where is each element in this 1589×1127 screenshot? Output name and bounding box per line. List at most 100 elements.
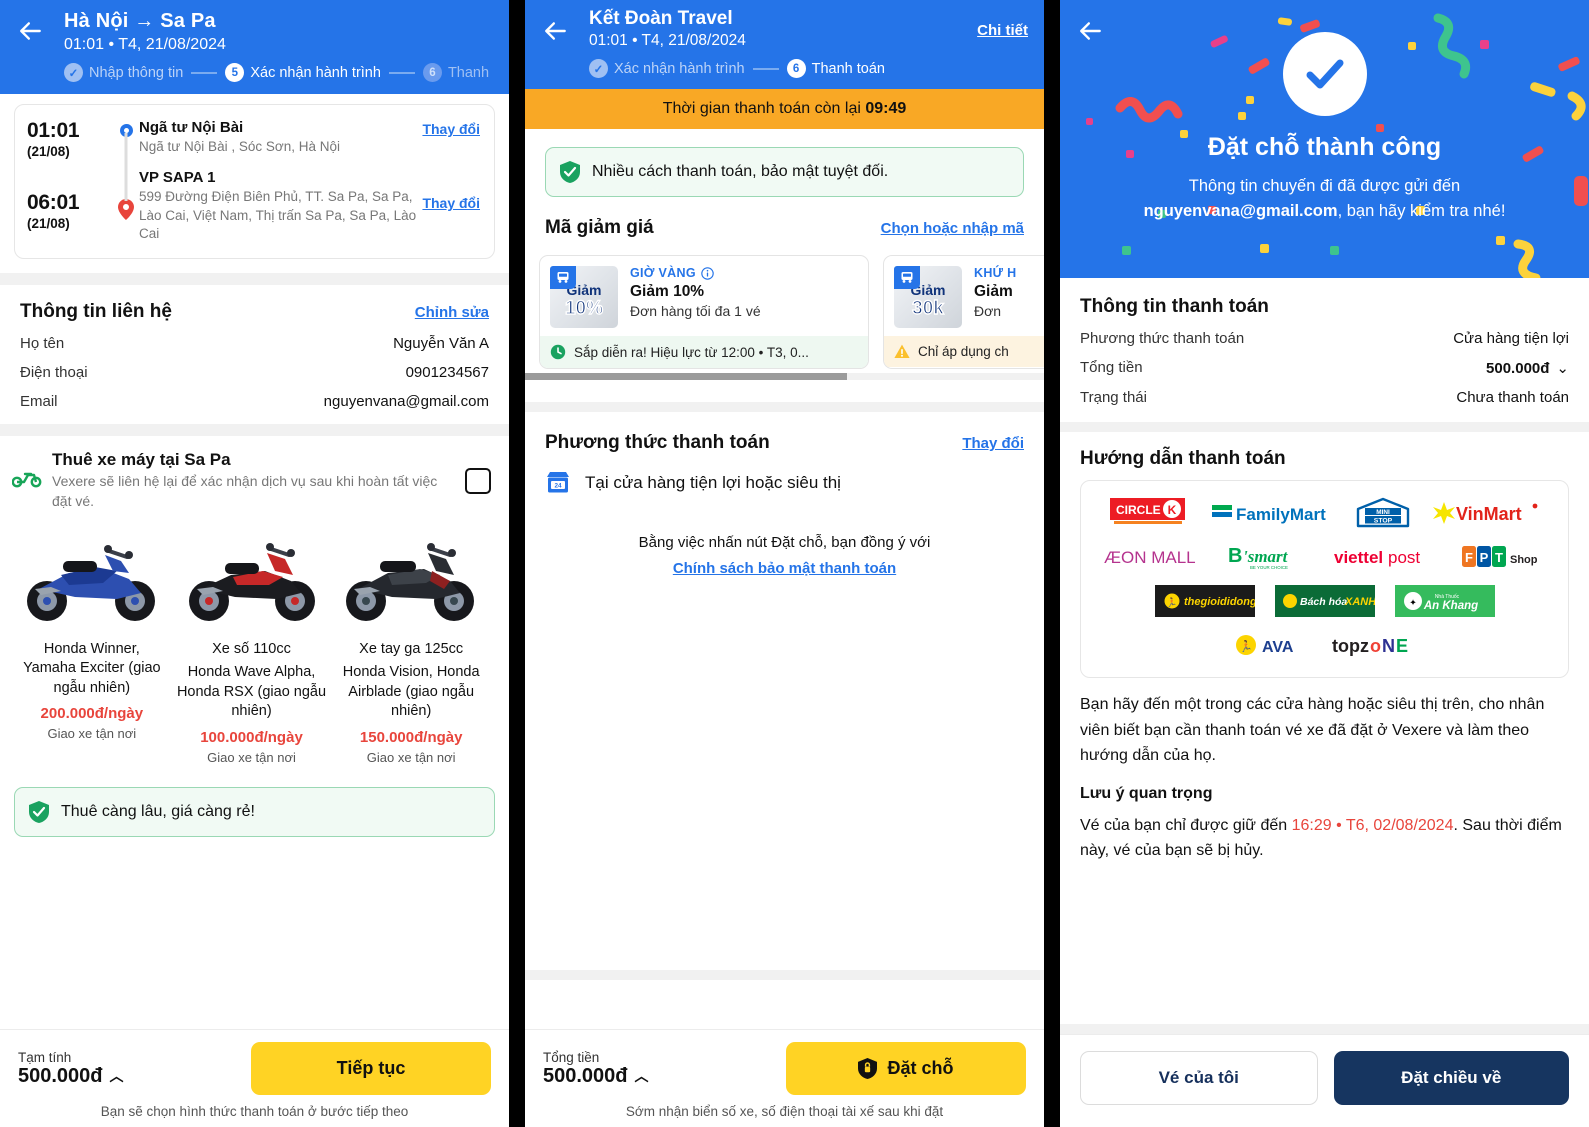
- convenience-store-icon: 24: [547, 472, 569, 493]
- an-khang-logo: ✦ Nhà Thuốc An Khang: [1394, 585, 1495, 617]
- continue-button[interactable]: Tiếp tục: [251, 1042, 491, 1095]
- shield-check-icon: [29, 800, 49, 823]
- rental-checkbox[interactable]: [465, 467, 491, 494]
- panel3-bottom-bar: Vé của tôi Đặt chiều về: [1060, 1034, 1589, 1127]
- payment-method-label: Tại cửa hàng tiện lợi hoặc siêu thị: [585, 473, 841, 492]
- bike-delivery: Giao xe tận nơi: [47, 726, 137, 742]
- countdown-value: 09:49: [865, 100, 907, 117]
- info-icon[interactable]: [701, 266, 714, 280]
- svg-text:K: K: [1167, 503, 1176, 517]
- circle-k-logo: CIRCLE K: [1109, 498, 1192, 528]
- voucher-carousel[interactable]: Giảm 10% GIỜ VÀNG Giảm 10% Đơn hàng tối …: [525, 239, 1044, 380]
- route-line: [124, 153, 128, 201]
- svg-text:E: E: [1396, 636, 1408, 656]
- step-item-2[interactable]: 6 Thanh toán: [786, 59, 885, 78]
- motorbike-rental-section: Thuê xe máy tại Sa Pa Vexere sẽ liên hệ …: [0, 436, 509, 773]
- voucher-scrollbar[interactable]: [525, 373, 1044, 380]
- payment-info-label: Phương thức thanh toán: [1080, 330, 1245, 347]
- change-payment-link[interactable]: Thay đổi: [962, 435, 1024, 452]
- shield-lock-icon: [858, 1058, 878, 1079]
- my-tickets-button[interactable]: Vé của tôi: [1080, 1051, 1318, 1105]
- bike-options-list: Honda Winner, Yamaha Exciter (giao ngẫu …: [12, 518, 491, 765]
- note-deadline: 16:29 • T6, 02/08/2024: [1291, 816, 1454, 834]
- payment-info-section: Thông tin thanh toán Phương thức thanh t…: [1060, 278, 1589, 422]
- subtotal-amount: 500.000đ: [18, 1064, 103, 1087]
- dropoff-time-block: 06:01 (21/08): [27, 169, 113, 231]
- bike-option[interactable]: Xe số 110cc Honda Wave Alpha, Honda RSX …: [172, 518, 332, 765]
- bottom-divider: [525, 970, 1044, 980]
- bike-option[interactable]: Xe tay ga 125cc Honda Vision, Honda Airb…: [331, 518, 491, 765]
- step-label: Nhập thông tin: [89, 64, 184, 81]
- contact-title: Thông tin liên hệ: [20, 300, 172, 322]
- shield-check-icon: [560, 161, 580, 183]
- important-note-body: Vé của bạn chỉ được giữ đến 16:29 • T6, …: [1060, 803, 1589, 864]
- success-title: Đặt chỗ thành công: [1207, 133, 1442, 161]
- change-dropoff-link[interactable]: Thay đổi: [422, 169, 480, 211]
- book-return-button[interactable]: Đặt chiều về: [1333, 1051, 1569, 1105]
- rental-description: Vexere sẽ liên hệ lại để xác nhận dịch v…: [52, 472, 438, 509]
- step-indicator: ✓ Nhập thông tin 5 Xác nhận hành trình 6…: [64, 63, 509, 82]
- bach-hoa-xanh-logo: Bách hóa XANH: [1274, 585, 1375, 617]
- contact-row: Email nguyenvana@gmail.com: [20, 393, 489, 410]
- bike-delivery: Giao xe tận nơi: [366, 749, 456, 765]
- payment-policy-link[interactable]: Chính sách bảo mật thanh toán: [545, 556, 1024, 582]
- route-rail: [113, 119, 139, 191]
- arrow-left-icon: [20, 22, 41, 40]
- dropoff-info: VP SAPA 1 599 Đường Điện Biên Phủ, TT. S…: [139, 169, 422, 244]
- book-seat-button[interactable]: Đặt chỗ: [786, 1042, 1026, 1095]
- motorbike-dark-image: [335, 518, 487, 636]
- contact-section: Thông tin liên hệ Chỉnh sửa Họ tên Nguyễ…: [0, 285, 509, 424]
- rental-promo-text: Thuê càng lâu, giá càng rẻ!: [61, 802, 255, 820]
- back-button[interactable]: [539, 14, 573, 48]
- change-pickup-link[interactable]: Thay đổi: [422, 119, 480, 137]
- step-check-icon: ✓: [64, 63, 83, 82]
- step-number-badge: 6: [422, 63, 442, 82]
- svg-text:An Khang: An Khang: [1422, 600, 1477, 612]
- contact-value: nguyenvana@gmail.com: [323, 392, 489, 410]
- section-divider: [1060, 422, 1589, 432]
- svg-text:✦: ✦: [1409, 598, 1417, 608]
- vinmart-logo: VinMart: [1432, 500, 1540, 526]
- contact-label: Điện thoại: [20, 363, 88, 381]
- total-amount: 500.000đ: [543, 1064, 628, 1087]
- pickup-address: Ngã tư Nội Bài , Sóc Sơn, Hà Nội: [139, 139, 340, 154]
- payment-method-row[interactable]: 24 Tại cửa hàng tiện lợi hoặc siêu thị: [545, 470, 1024, 496]
- contact-label: Email: [20, 392, 58, 410]
- total-block[interactable]: Tổng tiền 500.000đ ︿: [543, 1050, 649, 1088]
- subtotal-block[interactable]: Tạm tính 500.000đ ︿: [18, 1050, 124, 1088]
- step-label: Xác nhận hành trình: [250, 64, 381, 81]
- voucher-tag-text: KHỨ H: [974, 266, 1017, 280]
- step-item-2[interactable]: 5 Xác nhận hành trình: [225, 63, 381, 82]
- chevron-down-icon[interactable]: ⌄: [1556, 359, 1569, 377]
- payment-info-row[interactable]: Tổng tiền 500.000đ ⌄: [1080, 359, 1569, 377]
- step-item-3[interactable]: 6 Thanh: [422, 63, 489, 82]
- scrollbar-thumb[interactable]: [525, 373, 847, 380]
- bike-option[interactable]: Honda Winner, Yamaha Exciter (giao ngẫu …: [12, 518, 172, 765]
- svg-text:'smart: 'smart: [1243, 547, 1289, 566]
- detail-link[interactable]: Chi tiết: [977, 22, 1028, 39]
- step-divider: [752, 67, 779, 70]
- voucher-desc: Đơn hàng tối đa 1 vé: [630, 303, 761, 319]
- choose-voucher-link[interactable]: Chọn hoặc nhập mã: [881, 220, 1024, 237]
- step-divider: [191, 71, 218, 74]
- voucher-card[interactable]: Giảm 10% GIỜ VÀNG Giảm 10% Đơn hàng tối …: [539, 255, 869, 369]
- step-item-1[interactable]: ✓ Nhập thông tin: [64, 63, 183, 82]
- voucher-tag-text: GIỜ VÀNG: [630, 266, 696, 280]
- edit-contact-link[interactable]: Chỉnh sửa: [415, 304, 489, 321]
- bike-name: Xe tay ga 125cc: [359, 640, 464, 657]
- back-button[interactable]: [14, 14, 48, 48]
- total-amount-row[interactable]: 500.000đ ︿: [543, 1065, 649, 1088]
- bottom-row: Tạm tính 500.000đ ︿ Tiếp tục: [18, 1042, 491, 1095]
- rental-title: Thuê xe máy tại Sa Pa: [52, 449, 231, 469]
- instructions-title: Hướng dẫn thanh toán: [1080, 448, 1286, 469]
- screen-trip-confirmation: Hà Nội → Sa Pa 01:01 • T4, 21/08/2024 ✓ …: [0, 0, 509, 1127]
- payment-method-section: Phương thức thanh toán Thay đổi 24 Tại c…: [525, 412, 1044, 581]
- dropoff-date: (21/08): [27, 216, 70, 231]
- payment-info-label: Trạng thái: [1080, 389, 1147, 406]
- voucher-card[interactable]: Giảm 30k KHỨ H Giảm Đơn Chỉ áp dụng ch: [883, 255, 1044, 369]
- step-item-1[interactable]: ✓ Xác nhận hành trình: [589, 59, 745, 78]
- payment-info-value-group[interactable]: 500.000đ ⌄: [1486, 359, 1569, 378]
- subtotal-amount-row[interactable]: 500.000đ ︿: [18, 1065, 124, 1088]
- contact-value: 0901234567: [405, 363, 489, 381]
- pickup-leg: 01:01 (21/08) Ngã tư Nội Bài Ngã tư Nội …: [27, 119, 480, 191]
